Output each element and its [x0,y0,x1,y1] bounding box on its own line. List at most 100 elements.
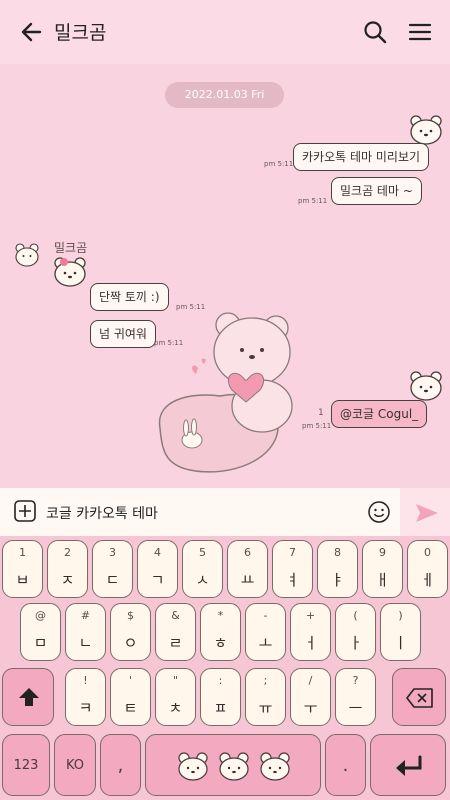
key-r[interactable]: & ㄹ [155,603,196,661]
key-t[interactable]: ' ㅌ [110,668,151,726]
message-bubble-out[interactable]: 카카오톡 테마 미리보기 [293,143,430,171]
key-sub-label: 4 [154,546,161,559]
key-sub-label: 9 [379,546,386,559]
emoji-icon[interactable] [367,500,391,524]
message-bubble-out[interactable]: @코글 Cogul_ [331,400,428,428]
comma-key[interactable]: , [100,734,141,796]
key-7[interactable]: 7ㅕ [272,540,313,598]
key-main-label: ㅐ [375,571,390,589]
symbols-label: 123 [13,757,39,773]
key-sub-label: 6 [244,546,251,559]
key-main-label: ㅗ [258,634,273,652]
send-icon[interactable] [414,502,440,524]
key-main-label: ㅠ [258,699,273,717]
key-ch[interactable]: " ㅊ [155,668,196,726]
key-main-label: ㅔ [420,571,435,589]
key-eo[interactable]: + ㅓ [290,603,331,661]
message-time: pm 5:11 [264,160,294,168]
key-main-label: ㅏ [348,634,363,652]
key-main-label: ㄹ [168,634,183,652]
key-yu[interactable]: ; ㅠ [245,668,286,726]
message-bubble-in[interactable]: 단짝 토끼 :) [90,283,169,311]
date-divider: 2022.01.03 Fri [165,82,284,108]
key-sub-label: * [217,609,224,622]
menu-icon[interactable] [406,19,434,45]
key-h[interactable]: * ㅎ [200,603,241,661]
key-6[interactable]: 6ㅛ [227,540,268,598]
keyboard: 1ㅂ 2ㅈ 3ㄷ 4ㄱ 5ㅅ 6ㅛ 7ㅕ 8ㅑ 9ㅐ 0ㅔ @ ㅁ # ㄴ $ ㅇ &… [0,536,450,800]
key-main-label: ㅇ [123,634,138,652]
key-sub-label: @ [35,609,46,622]
key-main-label: ㅎ [213,634,228,652]
key-k[interactable]: ! ㅋ [65,668,106,726]
key-main-label: ㅌ [123,699,138,717]
key-sub-label: # [80,609,91,622]
key-main-label: ㅜ [303,699,318,717]
key-8[interactable]: 8ㅑ [317,540,358,598]
key-main-label: ㅡ [348,699,363,717]
key-i[interactable]: ) ㅣ [380,603,421,661]
key-5[interactable]: 5ㅅ [182,540,223,598]
key-main-label: ㅊ [168,699,183,717]
key-sub-label: 5 [199,546,206,559]
key-o[interactable]: -ㅗ [245,603,286,661]
enter-key[interactable] [370,734,446,796]
key-ng[interactable]: $ ㅇ [110,603,151,661]
space-key[interactable] [145,734,321,796]
key-sub-label: / [308,674,313,687]
enter-arrow-icon [396,755,422,776]
key-main-label: ㅋ [78,699,93,717]
backspace-key[interactable] [392,668,446,726]
key-2[interactable]: 2ㅈ [47,540,88,598]
search-icon[interactable] [362,19,388,45]
key-main-label: ㄴ [78,634,93,652]
key-n[interactable]: # ㄴ [65,603,106,661]
key-main-label: ㄷ [105,571,120,589]
plus-icon[interactable] [14,500,36,522]
key-3[interactable]: 3ㄷ [92,540,133,598]
key-a[interactable]: (ㅏ [335,603,376,661]
bear-avatar-icon [410,371,442,401]
language-key[interactable]: KO [54,734,96,796]
key-9[interactable]: 9ㅐ [362,540,403,598]
key-0[interactable]: 0ㅔ [407,540,448,598]
app-header: 밀크곰 [0,0,450,64]
shift-key[interactable] [2,668,54,726]
comma-label: , [117,754,124,776]
key-main-label: ㅕ [285,571,300,589]
message-time: pm 5:11 [302,422,332,430]
bear-wallpaper-illustration [158,312,293,473]
bear-avatar-icon [410,115,442,145]
message-time: pm 5:11 [298,197,328,205]
back-arrow-icon[interactable] [18,18,46,46]
period-label: . [342,754,349,776]
period-key[interactable]: . [325,734,366,796]
message-input[interactable]: 코글 카카오톡 테마 [46,503,158,523]
sender-name: 밀크곰 [54,241,88,255]
key-main-label: ㄱ [150,571,165,589]
key-sub-label: 7 [289,546,296,559]
key-m[interactable]: @ ㅁ [20,603,61,661]
symbols-key[interactable]: 123 [2,734,50,796]
key-4[interactable]: 4ㄱ [137,540,178,598]
message-input-bar: 코글 카카오톡 테마 [0,488,450,536]
backspace-icon [406,688,433,708]
shift-arrow-icon [19,688,39,706]
key-sub-label: 1 [19,546,26,559]
key-eu[interactable]: ? ㅡ [335,668,376,726]
key-sub-label: 3 [109,546,116,559]
key-p[interactable]: :ㅍ [200,668,241,726]
key-main-label: ㅁ [33,634,48,652]
chat-area[interactable]: 2022.01.03 Fri 카카오톡 테마 미리보기 pm 5:11 밀크곰 … [0,64,450,488]
chat-title: 밀크곰 [54,22,107,44]
message-bubble-in[interactable]: 넘 귀여워 [90,320,156,348]
language-label: KO [65,757,85,773]
key-u[interactable]: / ㅜ [290,668,331,726]
profile-avatar-icon[interactable] [14,242,40,268]
key-sub-label: - [263,609,268,622]
key-sub-label: : [218,674,223,687]
message-bubble-out[interactable]: 밀크곰 테마 ~ [331,177,422,205]
key-sub-label: & [171,609,180,622]
key-1[interactable]: 1ㅂ [2,540,43,598]
key-main-label: ㅓ [303,634,318,652]
